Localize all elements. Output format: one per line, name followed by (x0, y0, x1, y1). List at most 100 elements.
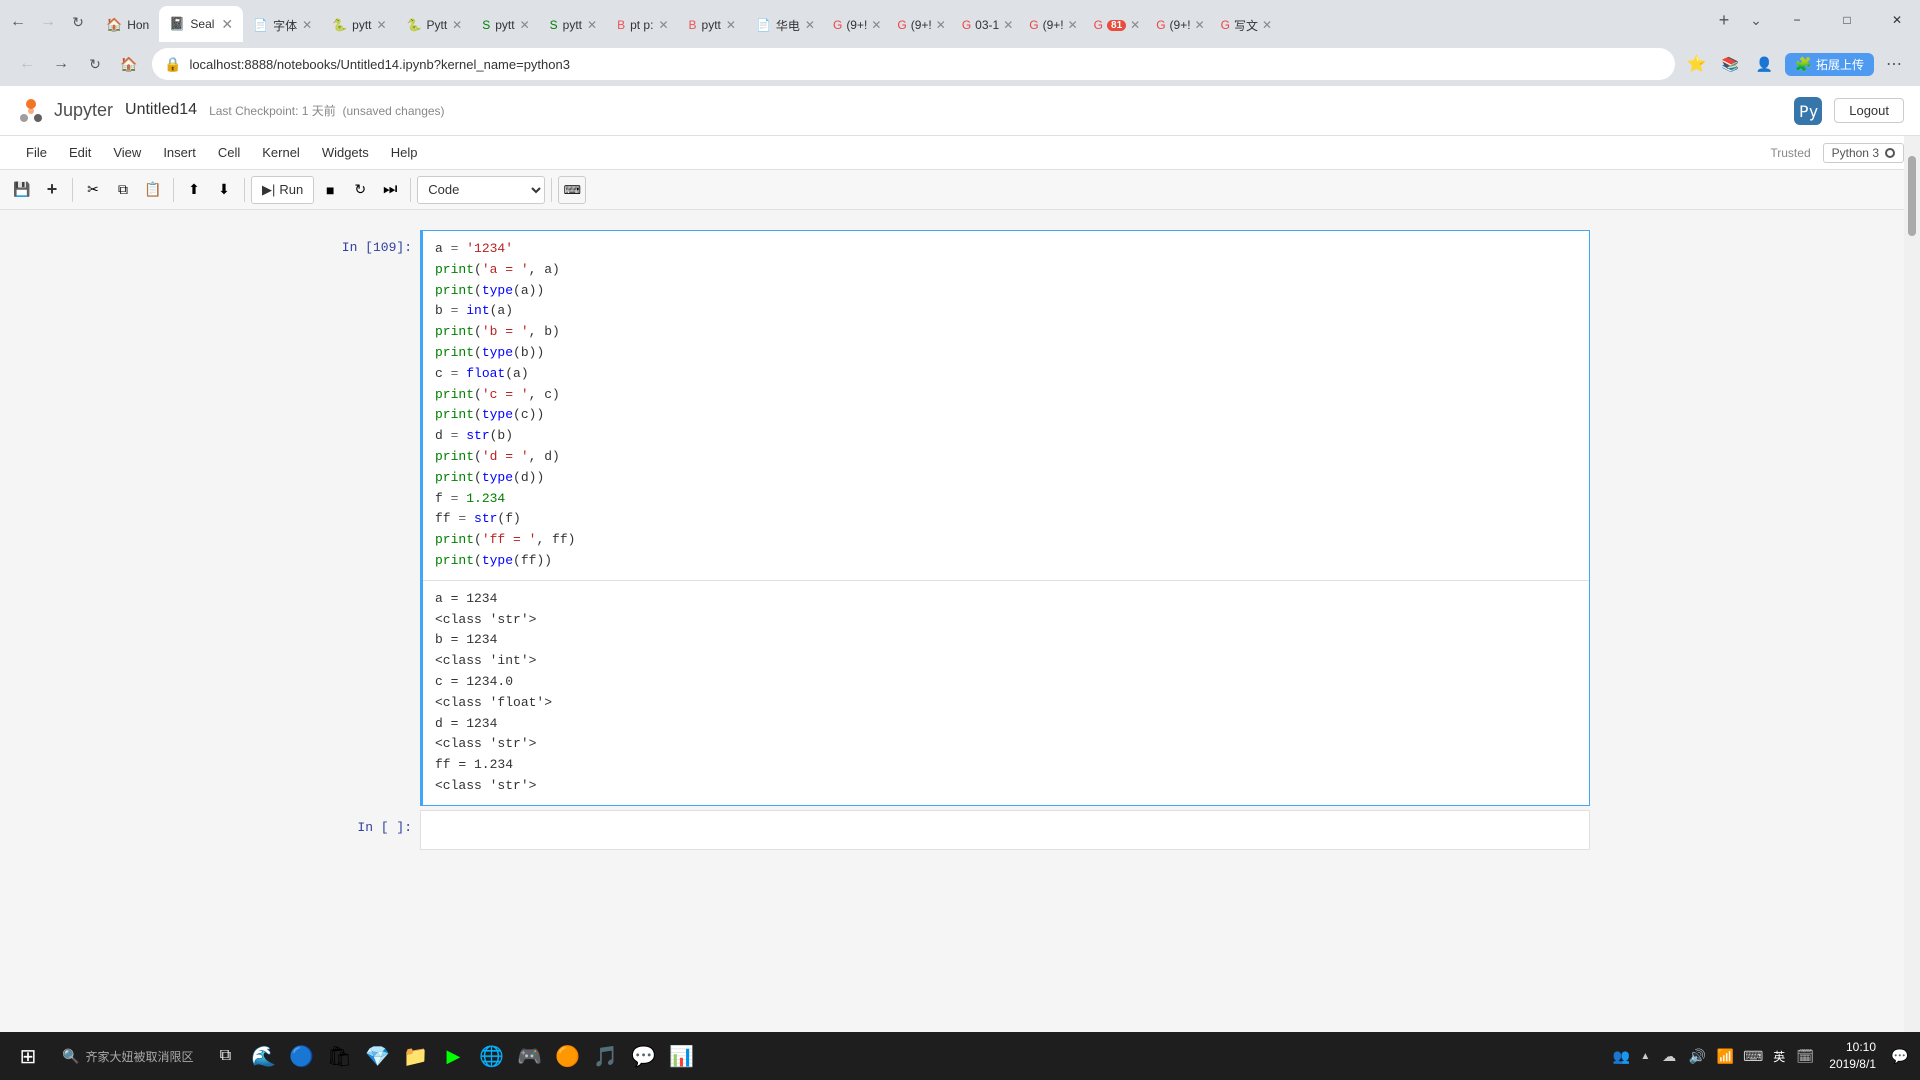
tab-b-pytt[interactable]: B pytt ✕ (679, 8, 746, 42)
restart-run-button[interactable]: ⏭ (376, 176, 404, 204)
tab-sf-pytt1[interactable]: S pytt ✕ (472, 8, 539, 42)
move-up-button[interactable]: ⬆ (180, 176, 208, 204)
tab-03[interactable]: G 03-1 ✕ (954, 8, 1021, 42)
maximize-button[interactable]: □ (1824, 4, 1870, 36)
tab-close-icon[interactable]: ✕ (221, 16, 233, 33)
menu-edit[interactable]: Edit (59, 141, 101, 164)
tray-calendar[interactable]: 🗓 (1793, 1044, 1817, 1068)
bookmark-button[interactable]: ⭐ (1683, 50, 1711, 78)
tab-g4[interactable]: G (9+! ✕ (1148, 8, 1212, 42)
cell-content-empty[interactable] (420, 810, 1590, 850)
notebook-title[interactable]: Untitled14 (125, 101, 197, 120)
collections-button[interactable]: 📚 (1717, 50, 1745, 78)
logout-button[interactable]: Logout (1834, 98, 1904, 123)
close-button[interactable]: ✕ (1874, 4, 1920, 36)
tab-close-icon[interactable]: ✕ (1195, 18, 1205, 32)
menu-help[interactable]: Help (381, 141, 428, 164)
back-nav-button[interactable]: ← (12, 49, 42, 79)
interrupt-button[interactable]: ■ (316, 176, 344, 204)
taskbar-app-store[interactable]: 🛍 (321, 1038, 357, 1074)
reload-nav-button[interactable]: ↻ (80, 49, 110, 79)
taskbar-game[interactable]: 🎮 (511, 1038, 547, 1074)
account-button[interactable]: 👤 (1751, 50, 1779, 78)
keyboard-shortcuts-button[interactable]: ⌨ (558, 176, 586, 204)
tray-keyboard[interactable]: ⌨ (1741, 1044, 1765, 1068)
taskbar-app-3d[interactable]: 💎 (359, 1038, 395, 1074)
home-nav-button[interactable]: 🏠 (114, 49, 144, 79)
tab-sf-pytt2[interactable]: S pytt ✕ (540, 8, 607, 42)
extension-upload-button[interactable]: 🧩 拓展上传 (1785, 53, 1874, 76)
scrollbar-thumb[interactable] (1908, 156, 1916, 236)
menu-insert[interactable]: Insert (153, 141, 206, 164)
cell-content-109[interactable]: a = '1234' print('a = ', a) print(type(a… (420, 230, 1590, 806)
tab-pyttsx-1[interactable]: 🐍 pytt ✕ (322, 8, 396, 42)
taskbar-browser2[interactable]: 🌐 (473, 1038, 509, 1074)
taskbar-app-ie[interactable]: 🔵 (283, 1038, 319, 1074)
tab-xiewen[interactable]: G 写文 ✕ (1213, 8, 1280, 42)
run-button[interactable]: ▶| Run (251, 176, 314, 204)
tab-g2[interactable]: G (9+! ✕ (889, 8, 953, 42)
tab-pyttsx-2[interactable]: 🐍 Pytt ✕ (397, 8, 473, 42)
restart-button[interactable]: ↻ (346, 176, 374, 204)
tab-close-icon[interactable]: ✕ (302, 18, 312, 32)
tab-g1[interactable]: G (9+! ✕ (825, 8, 889, 42)
cell-empty[interactable]: In [ ]: (330, 810, 1590, 850)
taskbar-play[interactable]: ▶ (435, 1038, 471, 1074)
taskbar-music[interactable]: 🎵 (587, 1038, 623, 1074)
forward-nav-button[interactable]: → (46, 49, 76, 79)
taskbar-powerpoint[interactable]: 📊 (663, 1038, 699, 1074)
tab-close-icon[interactable]: ✕ (376, 18, 386, 32)
cell-type-select[interactable]: Code Markdown Raw NBConvert Heading (417, 176, 545, 204)
tab-close-icon[interactable]: ✕ (805, 18, 815, 32)
tab-close-icon[interactable]: ✕ (871, 18, 881, 32)
menu-kernel[interactable]: Kernel (252, 141, 310, 164)
taskbar-wechat[interactable]: 💬 (625, 1038, 661, 1074)
tab-overflow-button[interactable]: ⌄ (1742, 6, 1770, 34)
add-cell-button[interactable]: + (38, 176, 66, 204)
code-input-109[interactable]: a = '1234' print('a = ', a) print(type(a… (423, 231, 1589, 580)
start-button[interactable]: ⊞ (8, 1036, 48, 1076)
tab-hon[interactable]: 🏠 Hon (96, 8, 159, 42)
tab-close-icon[interactable]: ✕ (452, 18, 462, 32)
copy-button[interactable]: ⧉ (109, 176, 137, 204)
scrollbar-track[interactable] (1904, 136, 1920, 1032)
move-down-button[interactable]: ⬇ (210, 176, 238, 204)
menu-widgets[interactable]: Widgets (312, 141, 379, 164)
tray-network[interactable]: 📶 (1713, 1044, 1737, 1068)
forward-button[interactable]: → (34, 8, 62, 36)
task-view-button[interactable]: ⧉ (207, 1038, 243, 1074)
menu-file[interactable]: File (16, 141, 57, 164)
language-indicator[interactable]: 英 (1769, 1048, 1789, 1065)
tray-cloud[interactable]: ☁ (1657, 1044, 1681, 1068)
cut-button[interactable]: ✂ (79, 176, 107, 204)
cell-109[interactable]: In [109]: a = '1234' print('a = ', a) pr… (330, 230, 1590, 806)
back-button[interactable]: ← (4, 8, 32, 36)
taskbar-edge[interactable]: 🌊 (245, 1038, 281, 1074)
new-tab-button[interactable]: + (1710, 6, 1738, 34)
tab-close-icon[interactable]: ✕ (726, 18, 736, 32)
menu-view[interactable]: View (103, 141, 151, 164)
tray-people[interactable]: 👥 (1609, 1044, 1633, 1068)
tab-close-icon[interactable]: ✕ (520, 18, 530, 32)
tab-close-icon[interactable]: ✕ (1068, 18, 1078, 32)
tab-close-icon[interactable]: ✕ (1130, 18, 1140, 32)
url-input-box[interactable]: 🔒 localhost:8888/notebooks/Untitled14.ip… (152, 48, 1675, 80)
tab-huadian[interactable]: 📄 华电 ✕ (746, 8, 825, 42)
tab-close-icon[interactable]: ✕ (658, 18, 668, 32)
save-button[interactable]: 💾 (8, 176, 36, 204)
minimize-button[interactable]: − (1774, 4, 1820, 36)
refresh-button[interactable]: ↻ (64, 8, 92, 36)
tab-close-icon[interactable]: ✕ (1262, 18, 1272, 32)
tab-g-81[interactable]: G 81 ✕ (1086, 8, 1149, 42)
taskbar-file-manager[interactable]: 📁 (397, 1038, 433, 1074)
tray-volume[interactable]: 🔊 (1685, 1044, 1709, 1068)
tab-b-pt[interactable]: B pt p: ✕ (607, 8, 678, 42)
taskbar-app-orange[interactable]: 🟠 (549, 1038, 585, 1074)
tab-g3[interactable]: G (9+! ✕ (1021, 8, 1085, 42)
tab-chinese1[interactable]: 📄 字体 ✕ (243, 8, 322, 42)
tab-seal[interactable]: 📓 Seal ✕ (159, 6, 243, 42)
settings-button[interactable]: ⋯ (1880, 50, 1908, 78)
menu-cell[interactable]: Cell (208, 141, 250, 164)
paste-button[interactable]: 📋 (139, 176, 167, 204)
tab-close-icon[interactable]: ✕ (1003, 18, 1013, 32)
